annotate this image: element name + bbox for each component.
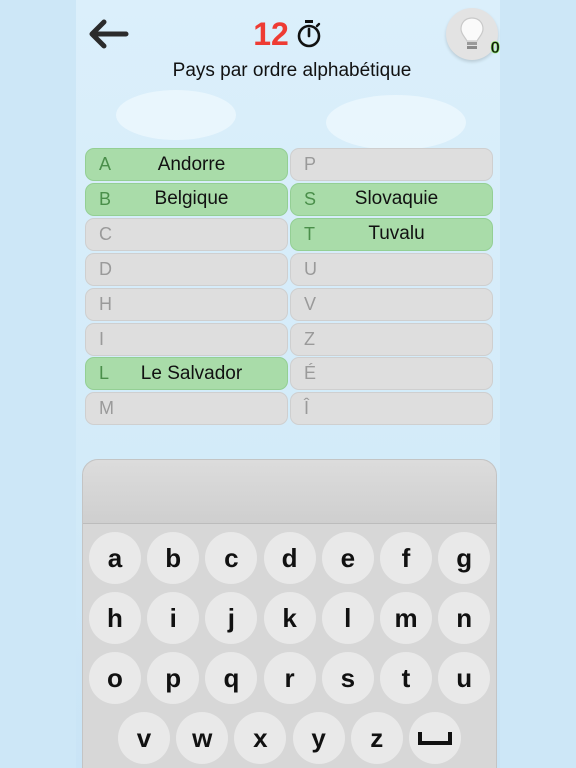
- answer-slot-m: M: [85, 392, 288, 426]
- slot-letter: C: [99, 223, 112, 244]
- answer-slot-b: B Belgique: [85, 182, 288, 216]
- key-l[interactable]: l: [321, 592, 374, 644]
- answer-slot-t: T Tuvalu: [290, 217, 493, 251]
- answer-slot-é: É: [290, 357, 493, 391]
- answer-slot-c: C: [85, 217, 288, 251]
- slot-letter: I: [99, 328, 105, 349]
- key-g[interactable]: g: [438, 532, 491, 584]
- key-p[interactable]: p: [147, 652, 200, 704]
- slot-word: Andorre: [157, 153, 226, 175]
- key-n[interactable]: n: [438, 592, 491, 644]
- lightbulb-icon: [460, 17, 484, 49]
- slot-letter: B: [99, 188, 112, 209]
- answer-slot-p: P: [290, 148, 493, 181]
- keyboard: abcdefg hijklmn opqrstu vwxyz: [82, 459, 497, 768]
- hint-button[interactable]: 0: [446, 8, 500, 60]
- key-o[interactable]: o: [89, 652, 141, 704]
- slot-letter: É: [304, 363, 317, 384]
- slot-word: Slovaquie: [354, 188, 439, 210]
- slot-letter: T: [304, 223, 315, 244]
- slot-letter: D: [99, 258, 112, 279]
- answer-slot-d: D: [85, 252, 288, 286]
- stopwatch-icon: [297, 20, 321, 48]
- answer-slot-h: H: [85, 287, 288, 321]
- answer-slot-u: U: [290, 252, 493, 286]
- slot-letter: L: [99, 363, 110, 384]
- key-s[interactable]: s: [321, 652, 374, 704]
- space-bar-icon: [418, 732, 452, 745]
- key-h[interactable]: h: [89, 592, 141, 644]
- answer-slot-s: S Slovaquie: [290, 182, 493, 216]
- key-k[interactable]: k: [263, 592, 316, 644]
- timer-value: 12: [253, 15, 289, 52]
- key-a[interactable]: a: [89, 532, 141, 584]
- answer-slot-i: I: [85, 322, 288, 356]
- answer-slot-v: V: [290, 287, 493, 321]
- key-z[interactable]: z: [350, 712, 403, 764]
- key-j[interactable]: j: [205, 592, 258, 644]
- slot-letter: H: [99, 293, 112, 314]
- slot-letter: A: [99, 154, 112, 174]
- key-w[interactable]: w: [176, 712, 229, 764]
- answer-slot-z: Z: [290, 322, 493, 356]
- key-t[interactable]: t: [380, 652, 432, 704]
- key-b[interactable]: b: [147, 532, 200, 584]
- key-y[interactable]: y: [292, 712, 345, 764]
- slot-word: Le Salvador: [140, 362, 243, 384]
- key-c[interactable]: c: [205, 532, 258, 584]
- key-r[interactable]: r: [263, 652, 316, 704]
- back-button[interactable]: [80, 6, 136, 62]
- key-q[interactable]: q: [205, 652, 258, 704]
- timer: 12: [200, 14, 376, 54]
- slot-letter: P: [304, 154, 317, 174]
- key-u[interactable]: u: [438, 652, 491, 704]
- slot-letter: U: [304, 258, 317, 279]
- slot-letter: S: [304, 188, 317, 209]
- answer-slot-î: Î: [290, 392, 493, 426]
- slot-word: Tuvalu: [368, 223, 425, 245]
- answer-slot-l: L Le Salvador: [85, 357, 288, 391]
- slot-letter: V: [304, 293, 317, 314]
- key-f[interactable]: f: [380, 532, 432, 584]
- slot-letter: Î: [304, 398, 310, 419]
- answer-slot-a: A Andorre: [85, 148, 288, 181]
- key-v[interactable]: v: [118, 712, 170, 764]
- page-title: Pays par ordre alphabétique: [172, 60, 412, 81]
- cloud-decoration: [116, 90, 236, 140]
- cloud-decoration: [326, 95, 466, 150]
- slot-letter: M: [99, 398, 114, 419]
- key-d[interactable]: d: [263, 532, 316, 584]
- slot-word: Belgique: [154, 188, 229, 210]
- answer-input[interactable]: [83, 460, 496, 524]
- hint-count: 0: [490, 38, 500, 58]
- key-i[interactable]: i: [147, 592, 200, 644]
- key-e[interactable]: e: [321, 532, 374, 584]
- arrow-left-icon: [89, 19, 129, 49]
- key-x[interactable]: x: [234, 712, 287, 764]
- space-key[interactable]: [409, 712, 461, 764]
- slot-letter: Z: [304, 328, 315, 349]
- key-m[interactable]: m: [380, 592, 432, 644]
